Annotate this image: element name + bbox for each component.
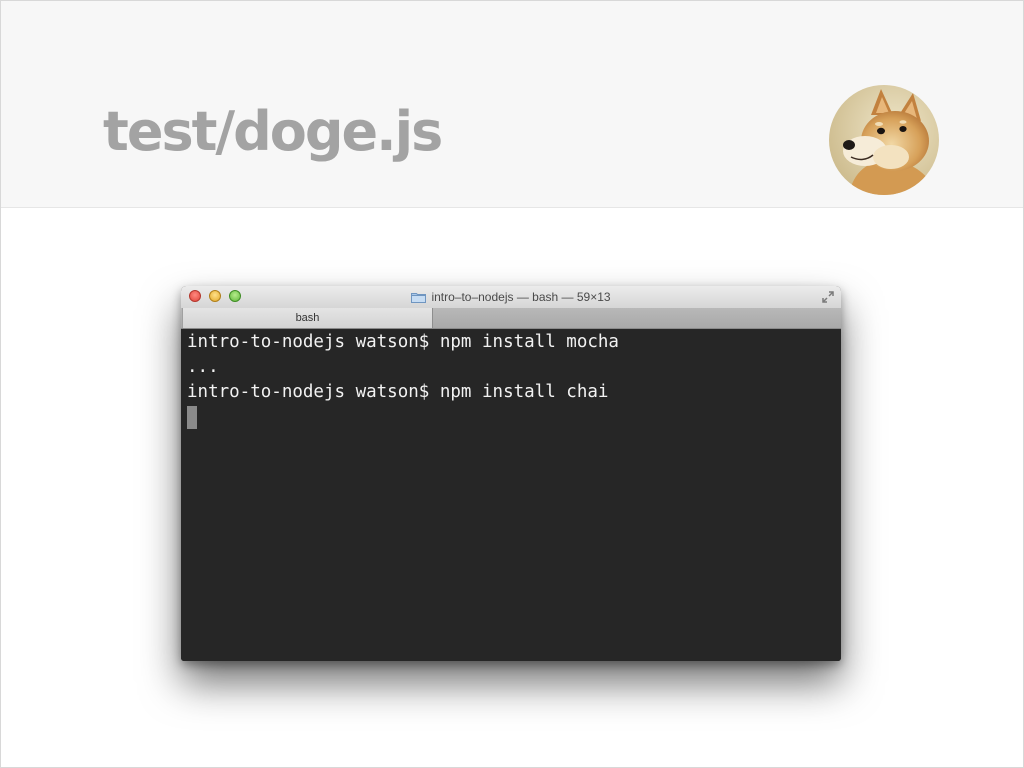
slide: test/doge.js intro–to–nodejs — bash — 59… [0, 0, 1024, 768]
tab-bar: bash [181, 308, 841, 329]
doge-avatar [829, 85, 939, 195]
window-title-group: intro–to–nodejs — bash — 59×13 [181, 286, 841, 308]
window-title: intro–to–nodejs — bash — 59×13 [431, 290, 611, 304]
fullscreen-icon[interactable] [821, 290, 835, 304]
terminal-line: ... [187, 357, 219, 377]
terminal-content[interactable]: intro-to-nodejs watson$ npm install moch… [181, 329, 841, 661]
terminal-cursor [187, 406, 197, 429]
slide-header: test/doge.js [1, 1, 1023, 208]
terminal-line: intro-to-nodejs watson$ npm install chai [187, 382, 609, 402]
slide-title: test/doge.js [103, 100, 443, 163]
folder-icon [411, 293, 427, 303]
tab-bash[interactable]: bash [182, 308, 433, 328]
terminal-line: intro-to-nodejs watson$ npm install moch… [187, 332, 619, 352]
terminal-titlebar[interactable]: intro–to–nodejs — bash — 59×13 [181, 286, 841, 309]
terminal-window[interactable]: intro–to–nodejs — bash — 59×13 bash intr… [181, 286, 841, 661]
